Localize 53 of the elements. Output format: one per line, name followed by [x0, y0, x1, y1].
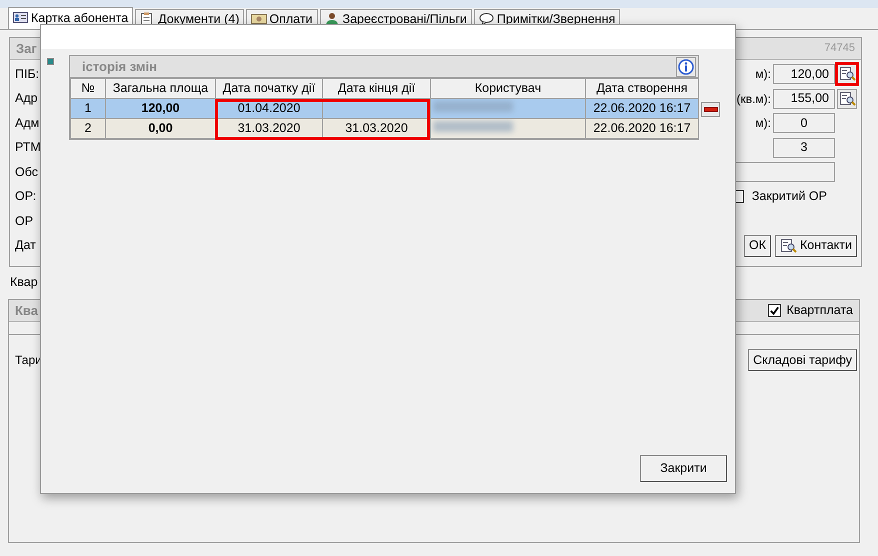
table-row[interactable]: 2 0,00 31.03.2020 31.03.2020 22.06.2020 16:17 [70, 118, 698, 138]
section-label: Квар [9, 274, 39, 291]
delete-row-button[interactable] [701, 102, 720, 117]
table-cell: 22.06.2020 16:17 [586, 118, 698, 138]
table-cell: 120,00 [106, 98, 216, 118]
column-header[interactable]: Загальна площа [106, 78, 216, 98]
column-header[interactable]: № [70, 78, 106, 98]
column-header[interactable]: Дата початку дії [216, 78, 322, 98]
field-label: ПІБ: [14, 66, 40, 83]
table-cell: 0,00 [106, 118, 216, 138]
column-header[interactable]: Дата створення [586, 78, 698, 98]
button[interactable]: Контакти [775, 234, 857, 257]
field-label: (кв.м): [736, 90, 771, 108]
input-field[interactable]: 0 [773, 113, 835, 134]
field-label: Дат [14, 237, 36, 254]
checkbox-label: Квартплата [786, 302, 853, 320]
table-cell: 2 [70, 118, 106, 138]
tariff-components-button[interactable]: Складові тарифу [748, 349, 857, 371]
id-card-icon [13, 11, 29, 26]
field-label: ОР: [14, 188, 36, 206]
button[interactable]: ОК [744, 234, 771, 257]
lookup-button[interactable] [837, 88, 857, 109]
square-icon [47, 58, 54, 65]
field-label: Обс [14, 164, 38, 181]
banknote-icon [251, 12, 268, 27]
close-button[interactable]: Закрити [640, 455, 727, 482]
record-number: 74745 [824, 41, 855, 56]
table-cell: 22.06.2020 16:17 [586, 98, 698, 118]
check-icon [768, 305, 780, 316]
grid-title: історія змін [82, 58, 157, 76]
checkbox-label: Закритий ОР [752, 188, 827, 206]
speech-bubble-icon [478, 12, 495, 27]
column-header[interactable]: Користувач [430, 78, 586, 98]
info-button[interactable] [676, 56, 696, 76]
field-label: м): [755, 115, 771, 132]
document-search-icon [838, 66, 856, 82]
panel-title: Ква [15, 302, 38, 320]
document-search-icon [838, 90, 856, 107]
input-field[interactable]: 120,00 [773, 64, 835, 84]
field-label: ОР [14, 212, 34, 230]
field-label: м): [755, 66, 771, 84]
field-label: Адм [14, 114, 40, 132]
panel-title: Заг [16, 40, 37, 58]
checkbox[interactable] [768, 304, 781, 317]
input-field[interactable]: 3 [773, 138, 835, 158]
table-row[interactable]: 1 120,00 01.04.2020 22.06.2020 16:17 [70, 98, 698, 118]
column-header[interactable]: Дата кінця дії [322, 78, 430, 98]
info-icon [678, 58, 694, 74]
table-cell: 1 [70, 98, 106, 118]
field-label: Адр [14, 90, 38, 108]
minus-icon [704, 107, 718, 112]
field-label: РТМ [14, 139, 41, 156]
input-field[interactable]: 155,00 [773, 88, 835, 109]
